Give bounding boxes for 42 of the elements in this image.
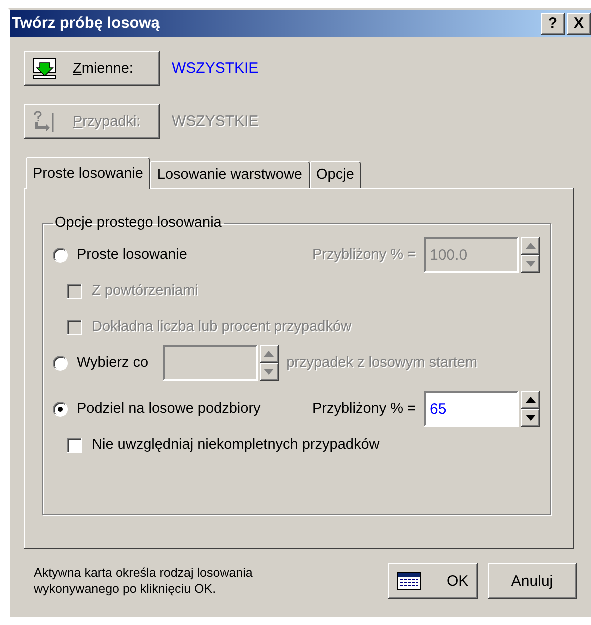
radio-button[interactable]	[53, 356, 68, 370]
close-button[interactable]: X	[567, 12, 591, 34]
selection-value: WSZYSTKIE	[172, 60, 259, 77]
down-arrow-icon	[526, 415, 536, 421]
up-arrow-icon	[264, 351, 274, 357]
spin-down-button[interactable]	[521, 255, 540, 273]
down-arrow-icon	[526, 261, 536, 267]
table-arrow-icon	[33, 58, 57, 80]
radio-label: Proste losowanie	[77, 247, 188, 263]
radio-label: Podziel na losowe podzbiory	[77, 401, 261, 417]
window-title: Twórz próbę losową	[12, 14, 161, 32]
tab[interactable]: Opcje	[310, 161, 362, 188]
number-field[interactable]: 65	[424, 391, 519, 427]
cancel-button[interactable]: Anuluj	[488, 563, 577, 599]
checkbox-label: Nie uwzględniaj niekompletnych przypadków	[92, 437, 380, 453]
spin-down-button[interactable]	[260, 363, 279, 381]
field-label: Przybliżony % =	[312, 247, 416, 263]
selection-value: WSZYSTKIE	[172, 113, 259, 130]
group-title: Opcje prostego losowania	[54, 215, 223, 231]
checkbox[interactable]	[67, 438, 82, 452]
selector-button[interactable]: Zmienne:	[24, 51, 160, 86]
checkbox-label: Z powtórzeniami	[92, 283, 198, 299]
spin-up-button[interactable]	[521, 391, 540, 409]
help-button[interactable]: ?	[541, 12, 565, 34]
radio-button[interactable]	[53, 402, 68, 416]
radio-label: Wybierz co	[77, 355, 149, 371]
field-suffix: przypadek z losowym startem	[286, 355, 478, 371]
tab[interactable]: Losowanie warstwowe	[150, 161, 310, 188]
table-icon	[397, 572, 421, 590]
up-arrow-icon	[526, 243, 536, 249]
ok-button[interactable]: OK	[388, 563, 478, 599]
up-arrow-icon	[526, 397, 536, 403]
spin-up-button[interactable]	[521, 237, 540, 255]
field-label: Przybliżony % =	[312, 401, 416, 417]
down-arrow-icon	[264, 369, 274, 375]
spin-down-button[interactable]	[521, 409, 540, 427]
radio-button[interactable]	[53, 248, 68, 262]
question-arrow-icon	[33, 110, 57, 132]
tab[interactable]: Proste losowanie	[26, 157, 150, 189]
checkbox-label: Dokładna liczba lub procent przypadków	[92, 319, 352, 335]
hint-text: Aktywna karta określa rodzaj losowania wykonywanego po kliknięciu OK.	[34, 565, 254, 597]
spin-up-button[interactable]	[260, 345, 279, 363]
